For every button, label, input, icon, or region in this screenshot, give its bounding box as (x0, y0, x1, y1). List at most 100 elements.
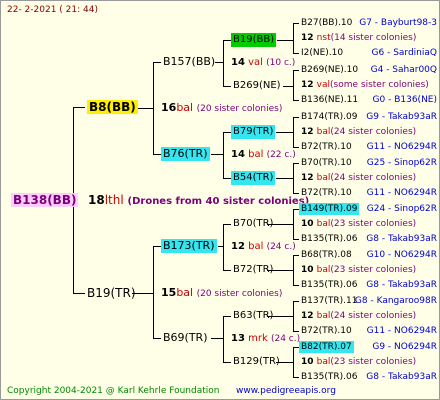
connector (293, 301, 299, 302)
connector (293, 53, 299, 54)
gen4-queen[interactable]: B135(TR).06 (301, 233, 357, 245)
connector (73, 107, 85, 108)
gen3-b63tr-drones: 13 mrk (24 c.) (231, 332, 300, 346)
gen4-queen[interactable]: B72(TR).10 (301, 141, 352, 153)
connector (153, 62, 161, 63)
gen4-queen[interactable]: B137(TR).11 (301, 295, 357, 307)
gen4-queen[interactable]: B70(TR).10 (301, 157, 352, 169)
connector (218, 246, 224, 247)
gen4-queen[interactable]: B149(TR).09 (299, 203, 360, 215)
gen3-drone-code: val (248, 57, 263, 68)
gen4-reference[interactable]: G0 - B136(NE) (373, 94, 437, 106)
gen4-reference[interactable]: G8 - Takab93aR (366, 371, 437, 383)
gen3-b72tr[interactable]: B72(TR) (233, 263, 273, 277)
connector (293, 70, 299, 71)
gen4-reference[interactable]: G8 - Takab93aR (366, 233, 437, 245)
gen4-reference[interactable]: G9 - NO6294R (372, 341, 437, 353)
gen4-drone-code: bal (316, 265, 331, 275)
root-queen[interactable]: B138(BB) (11, 193, 79, 207)
gen4-drone-code: bal (316, 219, 331, 229)
connector (215, 62, 224, 63)
gen4-queen[interactable]: B269(NE).10 (301, 64, 358, 76)
connector (211, 338, 224, 339)
gen4-reference[interactable]: G11 - NO6294R (367, 141, 437, 153)
father-drone-code: bal (176, 286, 194, 299)
connector (223, 40, 224, 86)
gen4-drone-number: 10 (301, 219, 317, 229)
connector (283, 86, 294, 87)
gen4-reference[interactable]: G24 - Sinop62R (367, 203, 437, 215)
gen4-queen[interactable]: B72(TR).10 (301, 187, 352, 199)
gen4-drone-origin: 10 bal(23 sister colonies) (301, 264, 416, 276)
gen4-queen[interactable]: B136(NE).11 (301, 94, 358, 106)
gen4-drone-note: (some sister colonies) (330, 80, 429, 90)
gen4-drone-origin: 12 bal(24 sister colonies) (301, 310, 416, 322)
website-link[interactable]: www.pedigreeapis.org (236, 385, 336, 397)
gen3-drone-note: (10 c.) (266, 58, 296, 68)
gen4-drone-origin: 12 val(some sister colonies) (301, 79, 429, 91)
connector (277, 40, 294, 41)
connector (223, 40, 231, 41)
gen4-drone-origin: 12 bal(24 sister colonies) (301, 172, 416, 184)
gen4-reference[interactable]: G10 - NO6294R (367, 249, 437, 261)
gen4-reference[interactable]: G9 - Takab93aR (366, 111, 437, 123)
grandparent-b76[interactable]: B76(TR) (161, 147, 210, 161)
gen4-queen[interactable]: B72(TR).10 (301, 325, 352, 337)
father-drone-origin: 15bal (20 sister colonies) (161, 286, 282, 300)
gen4-reference[interactable]: G11 - NO6294R (367, 325, 437, 337)
gen4-queen[interactable]: I2(NE).10 (301, 47, 343, 59)
gen4-reference[interactable]: G7 - Bayburt98-3 (359, 17, 437, 29)
connector (223, 224, 224, 270)
gen4-drone-number: 10 (301, 265, 317, 275)
gen4-drone-note: (23 sister colonies) (330, 265, 417, 275)
gen3-b19bb[interactable]: B19(BB) (231, 33, 277, 47)
gen3-drone-note: (24 c.) (266, 242, 296, 252)
gen4-drone-code: bal (316, 173, 331, 183)
gen4-queen[interactable]: B27(BB).10 (301, 17, 352, 29)
connector (293, 23, 299, 24)
father-queen[interactable]: B19(TR) (87, 286, 136, 300)
drone-origin: 18lthl (Drones from 40 sister colonies) (88, 193, 309, 209)
gen3-b269ne[interactable]: B269(NE) (233, 79, 281, 93)
gen4-drone-note: (24 sister colonies) (330, 173, 417, 183)
gen4-reference[interactable]: G11 - NO6294R (367, 187, 437, 199)
gen4-drone-code: bal (316, 357, 331, 367)
connector (223, 316, 231, 317)
gen3-b79tr[interactable]: B79(TR) (231, 125, 276, 139)
gen4-queen[interactable]: B82(TR).07 (299, 341, 354, 353)
gen3-b63tr[interactable]: B63(TR) (233, 309, 273, 323)
connector (276, 132, 294, 133)
connector (153, 246, 161, 247)
father-drone-note: (20 sister colonies) (196, 289, 283, 299)
gen3-b129tr[interactable]: B129(TR) (233, 355, 280, 369)
gen4-drone-note: (23 sister colonies) (330, 219, 417, 229)
grandparent-b69[interactable]: B69(TR) (163, 331, 208, 345)
gen4-reference[interactable]: G25 - Sinop62R (367, 157, 437, 169)
drone-origin-code: lthl (104, 193, 124, 207)
mother-drone-number: 16 (161, 101, 177, 114)
gen4-queen[interactable]: B174(TR).09 (301, 111, 357, 123)
gen4-reference[interactable]: G8 - Takab93aR (366, 279, 437, 291)
gen4-reference[interactable]: G8 - Kangaroo98R (355, 295, 437, 307)
connector (223, 362, 231, 363)
connector (293, 70, 294, 100)
pedigree-chart: 22- 2-2021 ( 21: 44) Copyright 2004-2021… (0, 0, 440, 400)
gen4-reference[interactable]: G4 - Sahar00Q (371, 64, 437, 76)
connector (293, 255, 299, 256)
gen4-reference[interactable]: G6 - SardiniaQ (372, 47, 437, 59)
grandparent-b157[interactable]: B157(BB) (163, 55, 215, 69)
connector (293, 23, 294, 53)
gen4-drone-code: bal (316, 127, 331, 137)
gen4-drone-origin: 12 nst(14 sister colonies) (301, 32, 416, 44)
gen4-drone-number: 12 (301, 311, 317, 321)
gen4-queen[interactable]: B135(TR).06 (301, 371, 357, 383)
gen3-b70tr[interactable]: B70(TR) (233, 217, 273, 231)
mother-queen[interactable]: B8(BB) (87, 100, 138, 114)
grandparent-b173[interactable]: B173(TR) (161, 239, 217, 253)
connector (293, 100, 299, 101)
gen4-queen[interactable]: B68(TR).08 (301, 249, 352, 261)
connector (223, 178, 231, 179)
gen4-queen[interactable]: B135(TR).06 (301, 279, 357, 291)
gen4-drone-number: 10 (301, 357, 317, 367)
gen3-b54tr[interactable]: B54(TR) (231, 171, 276, 185)
